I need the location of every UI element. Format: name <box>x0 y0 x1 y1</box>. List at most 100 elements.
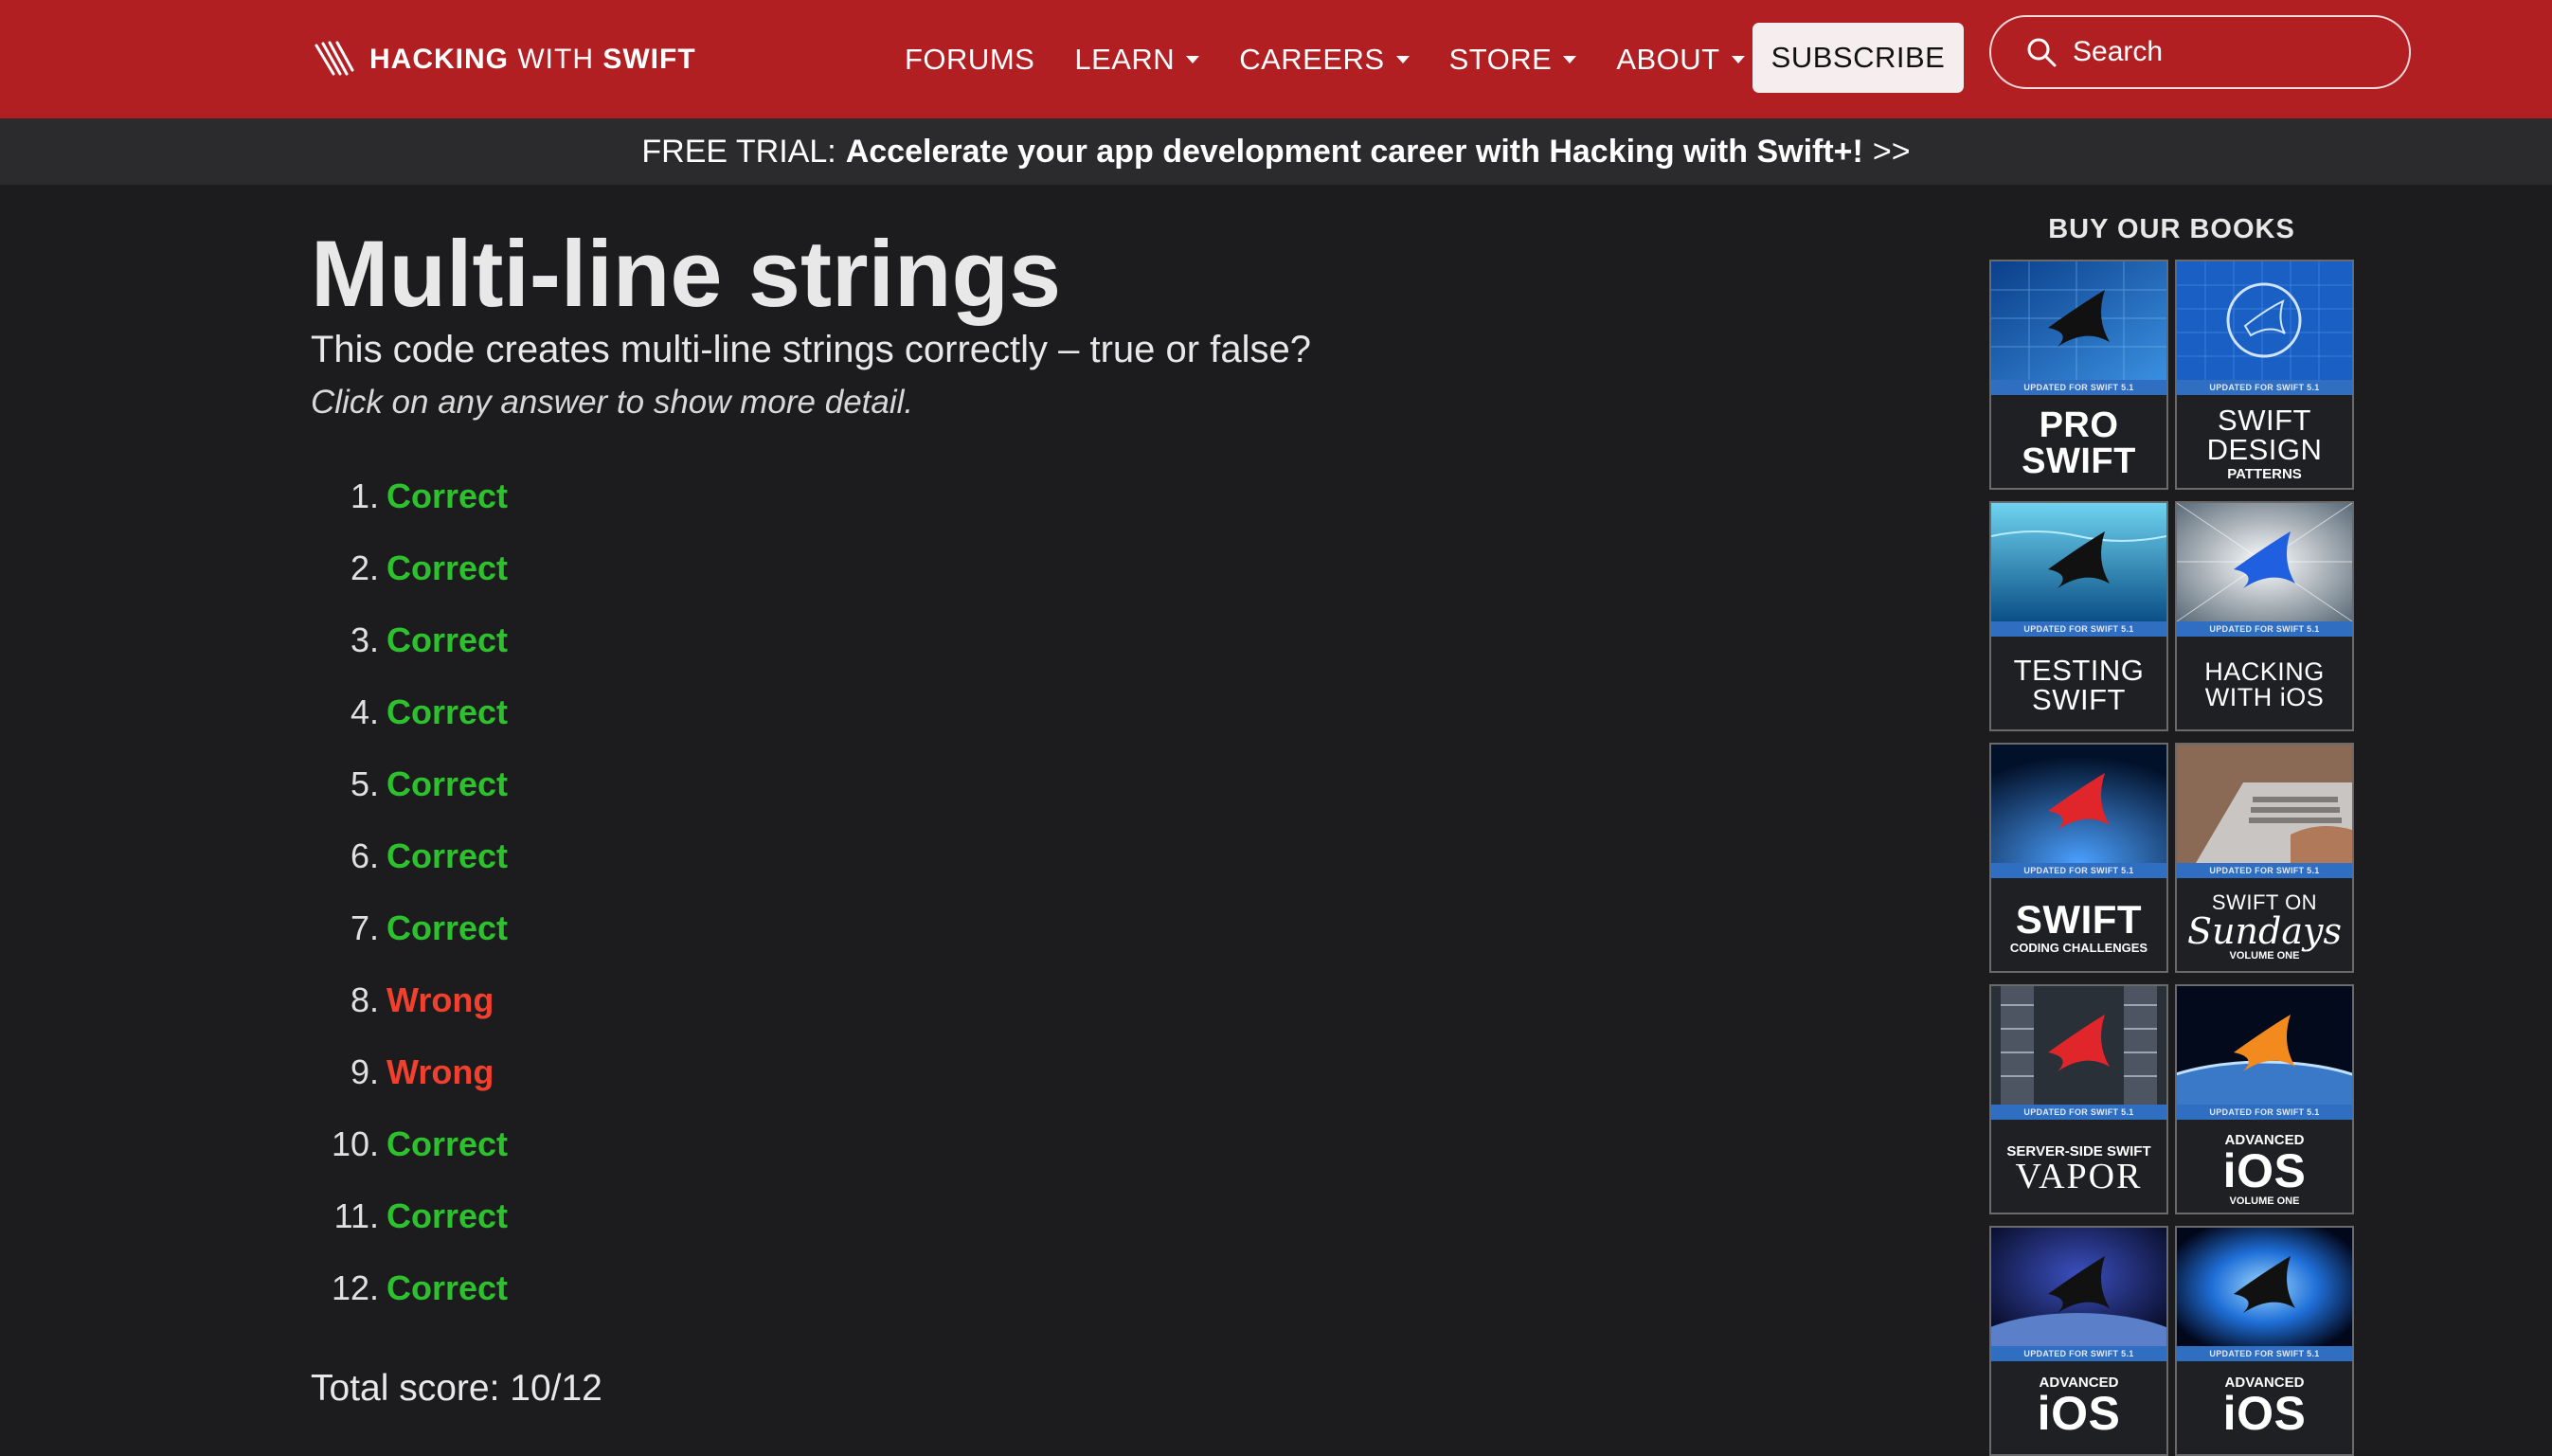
book-title: ADVANCED iOS <box>2037 1375 2121 1440</box>
page-title: Multi-line strings <box>311 221 1061 326</box>
book-stripe: UPDATED FOR SWIFT 5.1 <box>2177 863 2352 878</box>
book-stripe: UPDATED FOR SWIFT 5.1 <box>1991 621 2166 637</box>
book-stripe: UPDATED FOR SWIFT 5.1 <box>2177 1105 2352 1120</box>
answer-result[interactable]: Correct <box>386 692 508 732</box>
books-heading: BUY OUR BOOKS <box>2048 214 2295 244</box>
answer-item[interactable]: 5. Correct <box>311 748 879 820</box>
answer-item[interactable]: 9. Wrong <box>311 1036 879 1108</box>
answer-number: 3. <box>350 620 379 659</box>
book-title: ADVANCED iOS <box>2222 1375 2307 1440</box>
book-advanced-ios-volume-two[interactable]: UPDATED FOR SWIFT 5.1 ADVANCED iOS <box>1989 1226 2168 1456</box>
book-stripe: UPDATED FOR SWIFT 5.1 <box>1991 1346 2166 1361</box>
book-cover-art <box>1991 1228 2166 1346</box>
book-testing-swift[interactable]: UPDATED FOR SWIFT 5.1 TESTING SWIFT <box>1989 501 2168 731</box>
caret-down-icon <box>1563 55 1577 63</box>
subscribe-button[interactable]: SUBSCRIBE <box>1752 23 1964 93</box>
book-title: HACKING WITH iOS <box>2204 657 2325 711</box>
top-navbar: HACKING WITH SWIFT FORUMS LEARN CAREERS … <box>0 0 2552 118</box>
answer-item[interactable]: 10. Correct <box>311 1108 879 1180</box>
book-stripe: UPDATED FOR SWIFT 5.1 <box>2177 380 2352 395</box>
answer-item[interactable]: 2. Correct <box>311 532 879 604</box>
nav-item-forums[interactable]: FORUMS <box>905 43 1034 77</box>
answer-list: 1. Correct 2. Correct 3. Correct 4. Correct … <box>311 460 879 1324</box>
nav-item-learn[interactable]: LEARN <box>1074 43 1200 77</box>
answer-item[interactable]: 7. Correct <box>311 892 879 964</box>
book-advanced-ios-volume-one[interactable]: UPDATED FOR SWIFT 5.1 ADVANCED iOS VOLUM… <box>2175 984 2354 1214</box>
answer-item[interactable]: 8. Wrong <box>311 964 879 1036</box>
book-cover-art <box>1991 745 2166 863</box>
book-title: SWIFT DESIGN PATTERNS <box>2206 404 2323 482</box>
book-server-side-swift[interactable]: UPDATED FOR SWIFT 5.1 SERVER-SIDE SWIFT … <box>1989 984 2168 1214</box>
answer-number: 9. <box>350 1052 379 1091</box>
answer-result[interactable]: Wrong <box>386 1052 494 1092</box>
site-logo[interactable]: HACKING WITH SWIFT <box>313 38 696 81</box>
nav-item-about[interactable]: ABOUT <box>1616 43 1745 77</box>
book-cover-art <box>2177 1228 2352 1346</box>
swift-logo-icon <box>315 41 354 76</box>
caret-down-icon <box>1395 55 1410 63</box>
answer-result[interactable]: Correct <box>386 548 508 588</box>
book-hacking-with-ios[interactable]: UPDATED FOR SWIFT 5.1 HACKING WITH iOS <box>2175 501 2354 731</box>
book-swift-design-patterns[interactable]: UPDATED FOR SWIFT 5.1 SWIFT DESIGN PATTE… <box>2175 260 2354 490</box>
answer-result[interactable]: Correct <box>386 476 508 516</box>
book-pro-swift[interactable]: UPDATED FOR SWIFT 5.1 PRO SWIFT <box>1989 260 2168 490</box>
quiz-question: This code creates multi-line strings cor… <box>311 329 1311 370</box>
answer-number: 10. <box>331 1124 379 1163</box>
answer-item[interactable]: 4. Correct <box>311 676 879 748</box>
book-cover-art <box>2177 986 2352 1105</box>
answer-number: 7. <box>350 908 379 947</box>
quiz-hint: Click on any answer to show more detail. <box>311 384 914 421</box>
answer-item[interactable]: 11. Correct <box>311 1180 879 1252</box>
book-cover-art <box>2177 261 2352 380</box>
answer-result[interactable]: Correct <box>386 1196 508 1236</box>
book-title: SWIFT CODING CHALLENGES <box>2009 896 2148 955</box>
book-title: SERVER-SIDE SWIFT VAPOR <box>2006 1143 2151 1196</box>
promo-suffix: >> <box>1872 133 1911 170</box>
nav-item-store[interactable]: STORE <box>1449 43 1577 77</box>
search-box[interactable] <box>1989 15 2411 89</box>
answer-item[interactable]: 3. Correct <box>311 604 879 676</box>
nav-item-careers[interactable]: CAREERS <box>1239 43 1410 77</box>
answer-result[interactable]: Correct <box>386 1124 508 1164</box>
answer-number: 4. <box>350 692 379 731</box>
search-input[interactable] <box>2071 35 2387 69</box>
answer-number: 11. <box>333 1196 379 1235</box>
book-stripe: UPDATED FOR SWIFT 5.1 <box>1991 863 2166 878</box>
answer-result[interactable]: Correct <box>386 908 508 948</box>
answer-number: 12. <box>331 1268 379 1307</box>
book-swift-coding-challenges[interactable]: UPDATED FOR SWIFT 5.1 SWIFT CODING CHALL… <box>1989 743 2168 973</box>
book-cover-art <box>1991 986 2166 1105</box>
book-stripe: UPDATED FOR SWIFT 5.1 <box>2177 1346 2352 1361</box>
book-title: TESTING SWIFT <box>2013 654 2145 716</box>
answer-item[interactable]: 6. Correct <box>311 820 879 892</box>
book-title: SWIFT ON Sundays VOLUME ONE <box>2187 890 2342 962</box>
promo-banner[interactable]: FREE TRIAL: Accelerate your app developm… <box>0 118 2552 185</box>
answer-result[interactable]: Correct <box>386 836 508 876</box>
answer-item[interactable]: 12. Correct <box>311 1252 879 1324</box>
answer-number: 1. <box>350 476 379 515</box>
caret-down-icon <box>1186 55 1200 63</box>
answer-result[interactable]: Wrong <box>386 980 494 1020</box>
book-swift-on-sundays[interactable]: UPDATED FOR SWIFT 5.1 SWIFT ON Sundays V… <box>2175 743 2354 973</box>
book-cover-art <box>2177 503 2352 621</box>
answer-item[interactable]: 1. Correct <box>311 460 879 532</box>
caret-down-icon <box>1731 55 1745 63</box>
book-cover-art <box>2177 745 2352 863</box>
answer-result[interactable]: Correct <box>386 764 508 804</box>
answer-result[interactable]: Correct <box>386 1268 508 1308</box>
book-title: ADVANCED iOS VOLUME ONE <box>2222 1131 2307 1207</box>
nav-menu: FORUMS LEARN CAREERS STORE ABOUT <box>905 0 1785 118</box>
answer-number: 6. <box>350 836 379 875</box>
promo-prefix: FREE TRIAL: <box>641 133 836 170</box>
book-stripe: UPDATED FOR SWIFT 5.1 <box>1991 380 2166 395</box>
book-advanced-ios-volume-three[interactable]: UPDATED FOR SWIFT 5.1 ADVANCED iOS <box>2175 1226 2354 1456</box>
answer-number: 2. <box>350 548 379 587</box>
answer-result[interactable]: Correct <box>386 620 508 660</box>
promo-text: Accelerate your app development career w… <box>845 133 1863 170</box>
answer-number: 8. <box>350 980 379 1019</box>
book-stripe: UPDATED FOR SWIFT 5.1 <box>1991 1105 2166 1120</box>
search-icon <box>2027 38 2057 67</box>
book-cover-art <box>1991 261 2166 380</box>
answer-number: 5. <box>350 764 379 803</box>
book-stripe: UPDATED FOR SWIFT 5.1 <box>2177 621 2352 637</box>
